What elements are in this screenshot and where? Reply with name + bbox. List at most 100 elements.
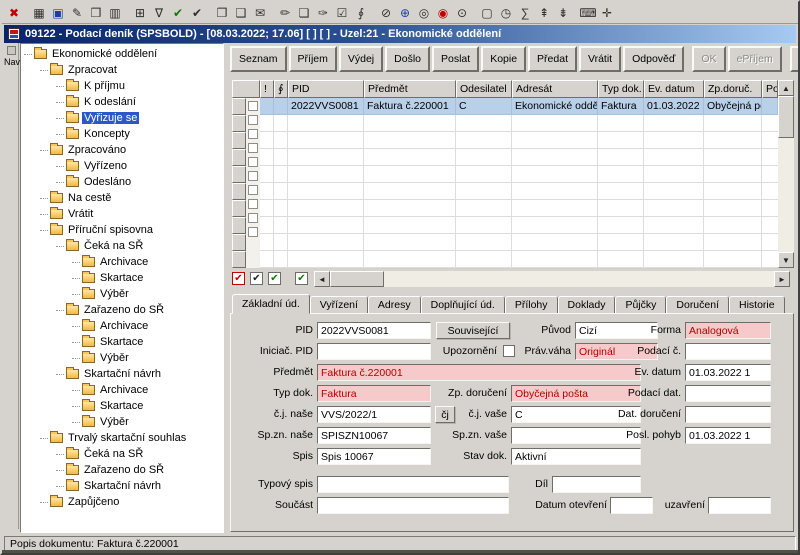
validate-icon[interactable]: ✔: [188, 4, 206, 22]
sign-icon[interactable]: ✑: [314, 4, 332, 22]
table-row-empty[interactable]: [260, 115, 778, 132]
row-checkbox[interactable]: [248, 115, 258, 125]
row-checkbox[interactable]: [248, 143, 258, 153]
typ-dok-field[interactable]: [317, 385, 431, 402]
scroll-up-button[interactable]: ▲: [778, 80, 794, 96]
tab-vyrizeni[interactable]: Vyřízení: [310, 296, 368, 314]
filter-checkbox-4[interactable]: ✔: [295, 272, 308, 285]
paperclip-icon[interactable]: ∮: [274, 80, 288, 98]
col-ev-datum[interactable]: Ev. datum: [644, 80, 704, 98]
attach-icon[interactable]: ∮: [352, 4, 370, 22]
row-selector[interactable]: [232, 115, 246, 132]
row-checkbox[interactable]: [248, 171, 258, 181]
tree-item[interactable]: Odesláno: [21, 174, 223, 190]
vydej-button[interactable]: Výdej: [339, 46, 383, 72]
table-row-empty[interactable]: [260, 149, 778, 166]
target-icon[interactable]: ◎: [415, 4, 433, 22]
tree-item[interactable]: Archivace: [21, 382, 223, 398]
sum-icon[interactable]: ∑: [516, 4, 534, 22]
table-row-empty[interactable]: [260, 166, 778, 183]
tree-item[interactable]: Zařazeno do SŘ: [21, 302, 223, 318]
cancel-icon[interactable]: ⊘: [377, 4, 395, 22]
nav-strip[interactable]: Nav: [4, 43, 19, 529]
table-row-empty[interactable]: [260, 183, 778, 200]
row-checkbox[interactable]: [248, 101, 258, 111]
apply-filter-icon[interactable]: ✔: [169, 4, 187, 22]
row-selector[interactable]: [232, 132, 246, 149]
scroll-left-button[interactable]: ◄: [314, 271, 330, 287]
window-up-icon[interactable]: ⇞: [535, 4, 553, 22]
tree-item[interactable]: Archivace: [21, 318, 223, 334]
dat-doruceni-field[interactable]: [685, 406, 771, 423]
vertical-scrollbar-thumb[interactable]: [778, 96, 794, 138]
row-selector[interactable]: [232, 149, 246, 166]
predat-button[interactable]: Předat: [528, 46, 577, 72]
posl-pohyb-field[interactable]: [685, 427, 771, 444]
podaci-c-field[interactable]: [685, 343, 771, 360]
table-row-empty[interactable]: [260, 234, 778, 251]
filter-checkbox-3[interactable]: ✔: [268, 272, 281, 285]
row-checkbox[interactable]: [248, 199, 258, 209]
poslat-button[interactable]: Poslat: [432, 46, 479, 72]
cj-button[interactable]: čj: [435, 406, 455, 423]
row-selector[interactable]: [232, 183, 246, 200]
tree-item[interactable]: Archivace: [21, 254, 223, 270]
row-selector[interactable]: [232, 166, 246, 183]
cj-nase-field[interactable]: [317, 406, 431, 423]
tree-item[interactable]: Zpracováno: [21, 142, 223, 158]
tab-doruceni[interactable]: Doručení: [666, 296, 729, 314]
frame-icon[interactable]: ▢: [478, 4, 496, 22]
ev-datum-field[interactable]: [685, 364, 771, 381]
mail-icon[interactable]: ✉: [251, 4, 269, 22]
save-icon[interactable]: ▣: [49, 4, 67, 22]
window-down-icon[interactable]: ⇟: [554, 4, 572, 22]
row-selector[interactable]: [232, 200, 246, 217]
note-icon[interactable]: ✏: [276, 4, 294, 22]
dil-field[interactable]: [552, 476, 641, 493]
podaci-dat-field[interactable]: [685, 385, 771, 402]
row-selector[interactable]: [232, 98, 246, 115]
tree-item[interactable]: Skartace: [21, 334, 223, 350]
row-checkbox[interactable]: [248, 157, 258, 167]
tree-item[interactable]: Skartační návrh: [21, 478, 223, 494]
filter-checkbox-2[interactable]: ✔: [250, 272, 263, 285]
row-checkbox[interactable]: [248, 129, 258, 139]
ulozit-button[interactable]: Uložit: [790, 46, 800, 72]
table-row-empty[interactable]: [260, 217, 778, 234]
vratit-button[interactable]: Vrátit: [579, 46, 621, 72]
row-checkbox[interactable]: [248, 227, 258, 237]
filter-checkbox-1[interactable]: ✔: [232, 272, 245, 285]
tree-item[interactable]: Čeká na SŘ: [21, 446, 223, 462]
pid-field[interactable]: [317, 322, 431, 339]
tree-item[interactable]: Skartace: [21, 270, 223, 286]
table-row-selected[interactable]: 2022VVS0081 Faktura č.220001 C Ekonomick…: [260, 98, 778, 115]
tree-item[interactable]: Zařazeno do SŘ: [21, 462, 223, 478]
tab-prilohy[interactable]: Přílohy: [505, 296, 558, 314]
eye-icon[interactable]: ⊙: [453, 4, 471, 22]
checkbox-icon[interactable]: ☑: [333, 4, 351, 22]
copy-icon[interactable]: ❒: [87, 4, 105, 22]
add-icon[interactable]: ⊕: [396, 4, 414, 22]
tree-item[interactable]: Zpracovat: [21, 62, 223, 78]
doslo-button[interactable]: Došlo: [385, 46, 430, 72]
tree-item[interactable]: Vrátit: [21, 206, 223, 222]
stav-dok-field[interactable]: [511, 448, 641, 465]
record-icon[interactable]: ◉: [434, 4, 452, 22]
odpoved-button[interactable]: Odpověď: [623, 46, 684, 72]
tree-item-selected[interactable]: Vyřizuje se: [21, 110, 223, 126]
tab-adresy[interactable]: Adresy: [368, 296, 421, 314]
tree-item[interactable]: Výběr: [21, 414, 223, 430]
soucast-field[interactable]: [317, 497, 509, 514]
horizontal-scrollbar-thumb[interactable]: [330, 271, 384, 287]
keyboard-icon[interactable]: ⌨: [579, 4, 597, 22]
col-pocet[interactable]: Poc: [762, 80, 778, 98]
col-typ-dok[interactable]: Typ dok.: [598, 80, 644, 98]
tree-item[interactable]: Skartační návrh: [21, 366, 223, 382]
horizontal-scrollbar[interactable]: ◄ ►: [314, 271, 790, 287]
tab-pujcky[interactable]: Půjčky: [615, 296, 666, 314]
tab-zakladni-udaje[interactable]: Základní úd.: [232, 294, 310, 314]
col-alert[interactable]: !: [260, 80, 274, 98]
tree-item[interactable]: Ekonomické oddělení: [21, 46, 223, 62]
spzn-nase-field[interactable]: [317, 427, 431, 444]
typovy-spis-field[interactable]: [317, 476, 509, 493]
